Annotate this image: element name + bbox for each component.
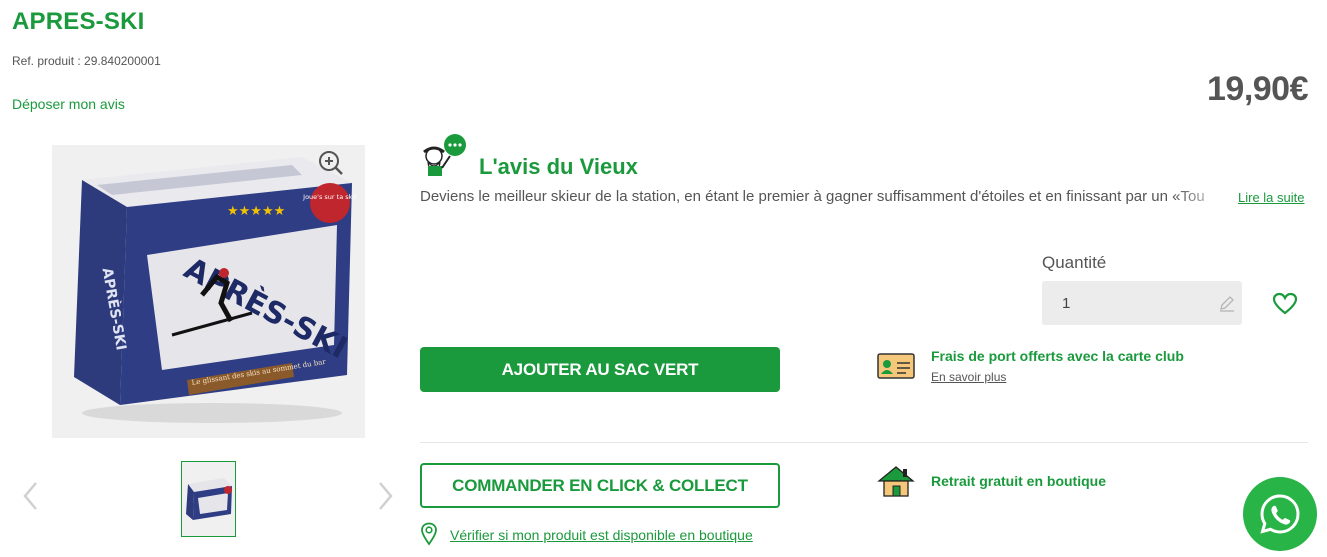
click-collect-button[interactable]: COMMANDER EN CLICK & COLLECT [420,463,780,508]
vieux-mascot-icon [420,134,468,178]
divider [420,442,1308,443]
box-stars: ★★★★★ [227,204,285,219]
thumbnail-image [182,462,235,536]
product-image[interactable]: APRÈS-SKI APRÈS-SKI ★★★★★ Joue's sur ta … [52,145,365,438]
game-box-illustration: APRÈS-SKI APRÈS-SKI ★★★★★ Joue's sur ta … [52,145,365,438]
shipping-offer-title: Frais de port offerts avec la carte club [931,348,1184,364]
quantity-label: Quantité [1042,253,1107,272]
product-thumbnail[interactable] [181,461,236,537]
vieux-excerpt: Deviens le meilleur skieur de la station… [420,188,1205,205]
chevron-right-icon[interactable] [374,480,396,512]
pencil-icon [1218,294,1236,312]
product-title: APRES-SKI [12,8,145,35]
house-icon [877,464,915,498]
read-more-link[interactable]: Lire la suite [1238,190,1304,205]
whatsapp-icon [1260,494,1300,534]
zoom-in-icon[interactable] [318,150,344,176]
map-pin-icon [420,522,438,546]
chevron-left-icon[interactable] [20,480,42,512]
club-card-icon [877,351,915,381]
quantity-input[interactable] [1042,281,1242,325]
product-ref: Ref. produit : 29.840200001 [12,54,161,68]
add-to-bag-button[interactable]: AJOUTER AU SAC VERT [420,347,780,392]
vieux-title: L'avis du Vieux [479,154,638,179]
box-badge: Joue's sur ta ski! [302,193,357,201]
check-store-availability-link[interactable]: Vérifier si mon produit est disponible e… [450,527,753,543]
whatsapp-button[interactable] [1243,477,1317,551]
heart-icon[interactable] [1272,292,1298,316]
product-price: 19,90€ [1207,70,1309,108]
shipping-learn-more-link[interactable]: En savoir plus [931,370,1006,384]
review-link[interactable]: Déposer mon avis [12,96,125,112]
store-pickup-title: Retrait gratuit en boutique [931,473,1106,489]
